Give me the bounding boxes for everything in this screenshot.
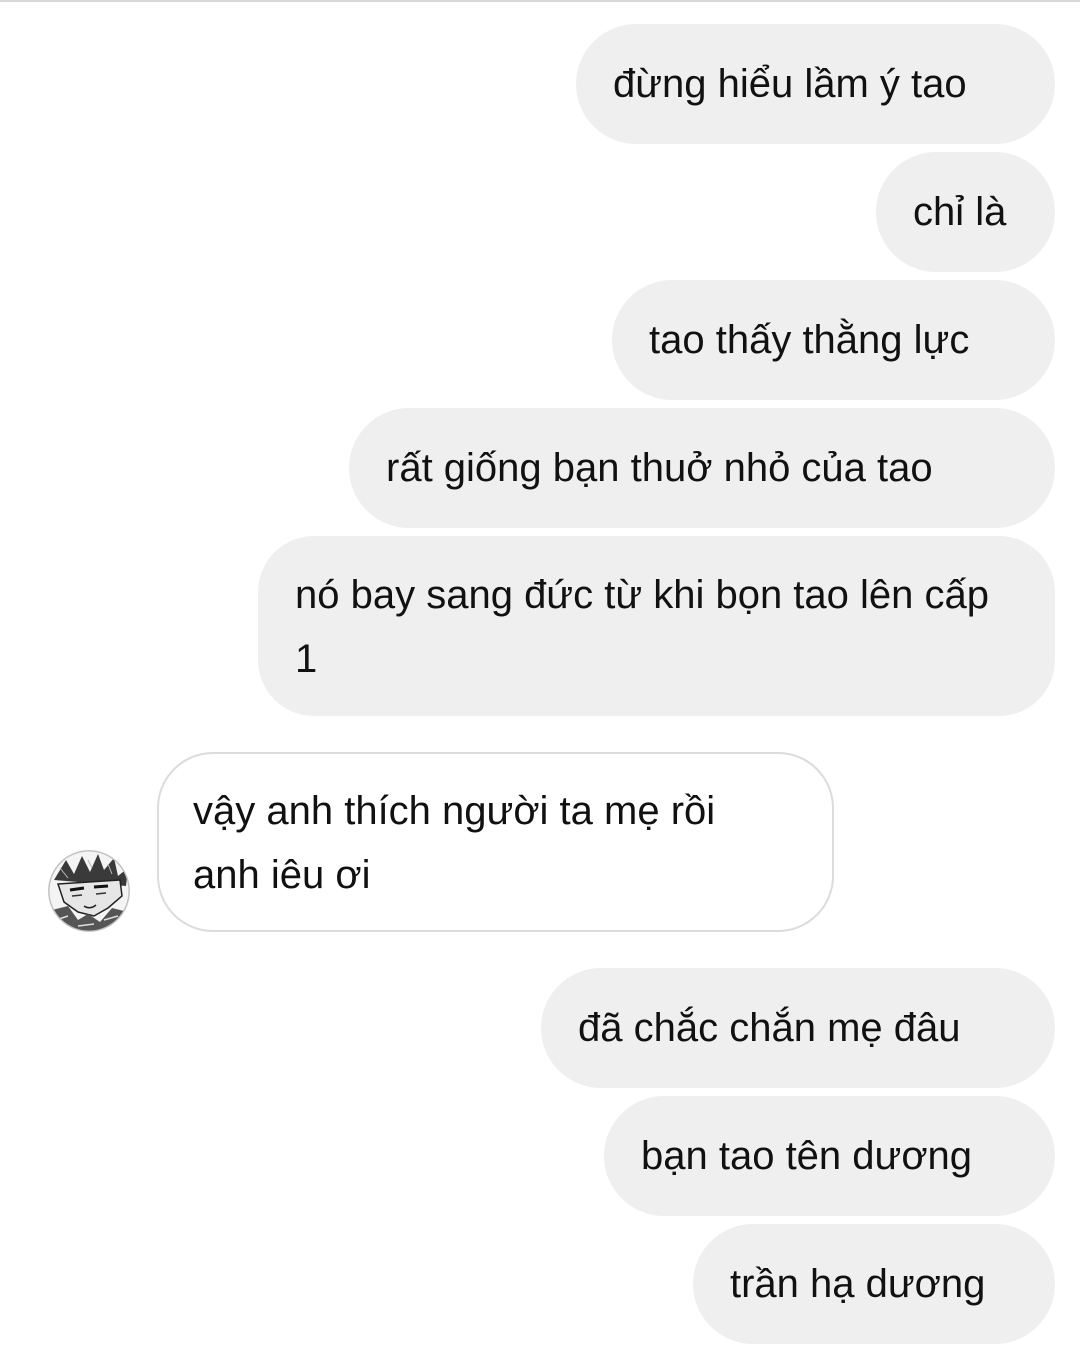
sent-message-bubble[interactable]: nó bay sang đức từ khi bọn tao lên cấp 1 bbox=[258, 536, 1055, 716]
message-text: rất giống bạn thuở nhỏ của tao bbox=[386, 446, 933, 490]
sent-message-bubble[interactable]: chỉ là bbox=[876, 152, 1055, 272]
top-divider bbox=[0, 0, 1080, 2]
sent-message-bubble[interactable]: rất giống bạn thuở nhỏ của tao bbox=[349, 408, 1055, 528]
message-text: trần hạ dương bbox=[730, 1262, 986, 1306]
sent-message-bubble[interactable]: đừng hiểu lầm ý tao bbox=[576, 24, 1055, 144]
sent-message-bubble[interactable]: tao thấy thằng lực bbox=[612, 280, 1055, 400]
message-text: vậy anh thích người ta mẹ rồi anh iêu ơi bbox=[193, 789, 716, 897]
message-text: chỉ là bbox=[913, 190, 1007, 234]
message-text: nó bay sang đức từ khi bọn tao lên cấp 1 bbox=[295, 573, 990, 681]
sent-message-bubble[interactable]: bạn tao tên dương bbox=[604, 1096, 1055, 1216]
sent-message-bubble[interactable]: đã chắc chắn mẹ đâu bbox=[541, 968, 1055, 1088]
message-text: đã chắc chắn mẹ đâu bbox=[578, 1006, 961, 1050]
received-message-bubble[interactable]: vậy anh thích người ta mẹ rồi anh iêu ơi bbox=[157, 752, 834, 932]
contact-avatar[interactable] bbox=[48, 850, 130, 932]
message-text: bạn tao tên dương bbox=[641, 1134, 973, 1178]
manga-avatar-icon bbox=[48, 850, 130, 932]
sent-message-bubble[interactable]: trần hạ dương bbox=[693, 1224, 1055, 1344]
message-text: đừng hiểu lầm ý tao bbox=[613, 62, 967, 106]
message-text: tao thấy thằng lực bbox=[649, 318, 970, 362]
